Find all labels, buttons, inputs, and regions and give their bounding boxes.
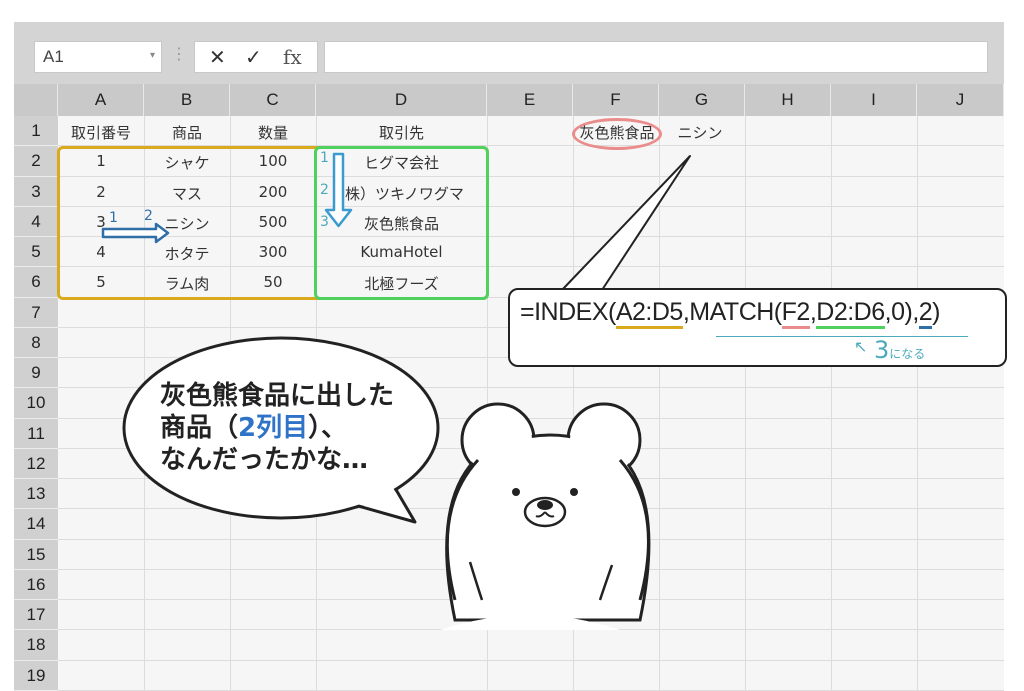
bubble-line-1: 灰色熊食品に出した — [160, 381, 395, 411]
bubble-line-2: 商品（2列目）、 — [160, 413, 348, 443]
speech-bubble-text: 灰色熊食品に出した 商品（2列目）、 なんだったかな… — [160, 380, 394, 476]
bubble-line-3: なんだったかな… — [160, 445, 369, 475]
bear-eye-right — [570, 488, 578, 496]
illustration — [122, 336, 651, 630]
bear-eye-left — [512, 488, 520, 496]
bear-illustration — [440, 402, 651, 630]
